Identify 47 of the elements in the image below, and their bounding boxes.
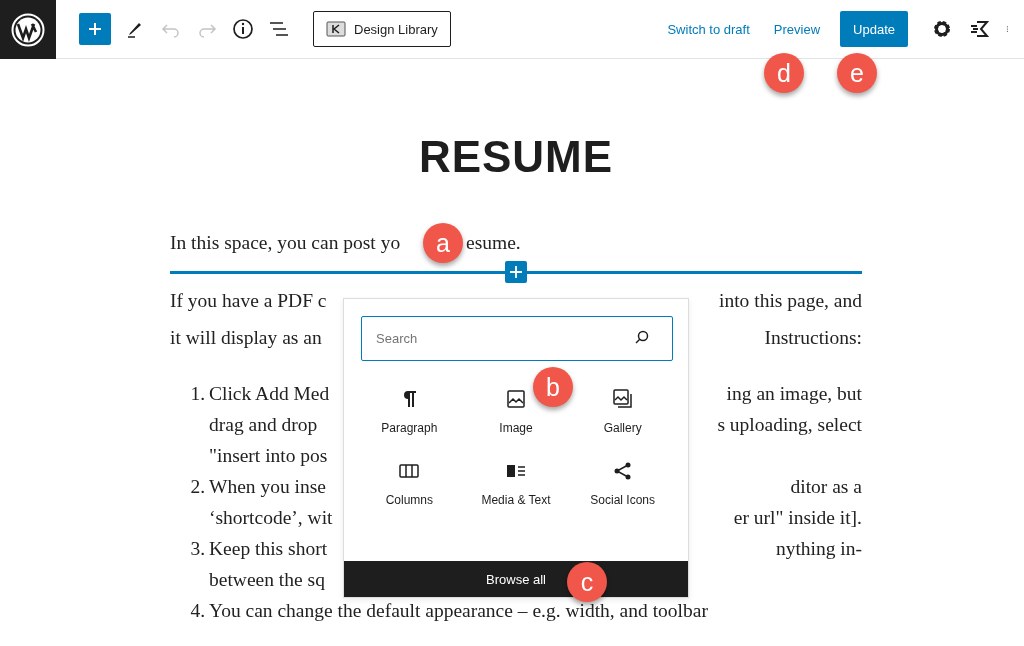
paragraph-text: ditor as a: [790, 475, 862, 499]
paragraph-text: er url" inside it].: [733, 506, 862, 530]
block-option[interactable]: Paragraph: [356, 377, 463, 445]
share-icon: [612, 461, 633, 481]
list-number: 2.: [189, 475, 206, 499]
plus-icon: [510, 266, 522, 278]
block-option[interactable]: Media & Text: [462, 449, 570, 517]
paragraph-text: it will display as an: [170, 326, 322, 350]
search-field[interactable]: Search: [361, 316, 673, 361]
paragraph-text: In this space, you can post yo: [170, 231, 401, 255]
callout-badge: a: [423, 223, 463, 263]
paragraph-text: into this page, and: [719, 289, 862, 313]
list-number: 1.: [189, 382, 206, 406]
preview-link[interactable]: Preview: [761, 21, 833, 37]
paragraph-text: nything in-: [775, 537, 862, 561]
paragraph-text: Instructions:: [764, 326, 862, 350]
paragraph-text: ‘shortcode’, wit: [209, 506, 333, 530]
library-icon: [326, 20, 346, 38]
paragraph-text: When you inse: [209, 475, 326, 499]
paragraph-text: between the sq: [209, 568, 325, 592]
add-block-button[interactable]: [79, 13, 111, 45]
gallery-icon: [611, 388, 634, 410]
paragraph-text: Click Add Med: [209, 382, 330, 406]
list-number: 3.: [189, 537, 206, 561]
paragraph-text: esume.: [466, 231, 521, 255]
paragraph-text: "insert into pos: [209, 444, 328, 468]
paragraph-text: ing an image, but: [726, 382, 862, 406]
insert-block-button[interactable]: [505, 261, 527, 283]
callout-badge: e: [837, 53, 877, 93]
update-button[interactable]: Update: [840, 11, 908, 47]
block-option[interactable]: Columns: [356, 449, 463, 517]
list-number: 4.: [189, 599, 206, 623]
design-library-button[interactable]: Design Library: [313, 11, 451, 47]
plus-icon: [87, 21, 103, 37]
image-icon: [506, 389, 526, 409]
info-icon[interactable]: [231, 17, 255, 41]
paragraph-text: If you have a PDF c: [170, 289, 327, 313]
paragraph-text: drag and drop: [209, 413, 318, 437]
block-option[interactable]: Social Icons: [569, 449, 676, 517]
paragraph-text: s uploading, select: [717, 413, 862, 437]
media-text-icon: [506, 464, 526, 478]
callout-badge: d: [764, 53, 804, 93]
paragraph-text: You can change the default appearance – e.g. width, and toolbar: [209, 599, 708, 623]
columns-icon: [399, 463, 420, 479]
switch-to-draft-link[interactable]: Switch to draft: [655, 21, 762, 37]
post-title: RESUME: [417, 131, 615, 183]
paragraph-text: Keep this short: [209, 537, 328, 561]
